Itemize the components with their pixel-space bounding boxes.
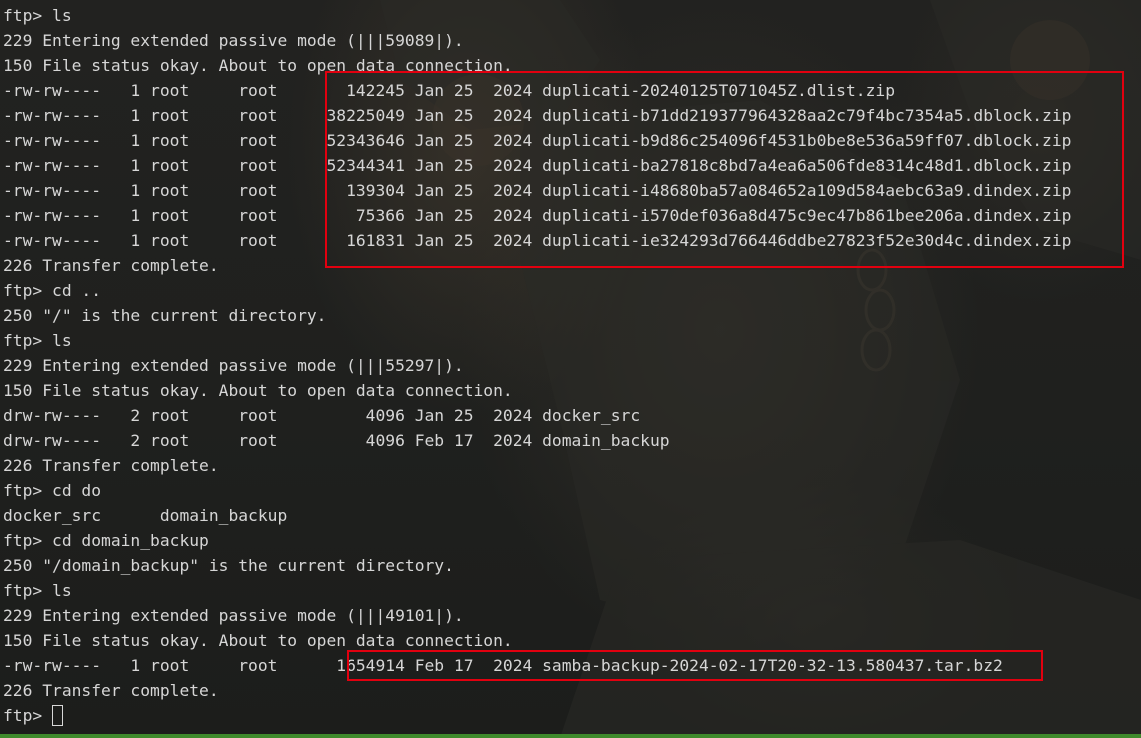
terminal-line: -rw-rw---- 1 root root 142245 Jan 25 202… <box>3 81 895 100</box>
terminal-line: -rw-rw---- 1 root root 1654914 Feb 17 20… <box>3 656 1003 675</box>
terminal-line: 226 Transfer complete. <box>3 456 219 475</box>
terminal-line: ftp> ls <box>3 6 72 25</box>
terminal-line: 226 Transfer complete. <box>3 256 219 275</box>
terminal-line: ftp> ls <box>3 581 72 600</box>
terminal-line: 250 "/domain_backup" is the current dire… <box>3 556 454 575</box>
terminal-line: ftp> cd .. <box>3 281 102 300</box>
terminal-line: drw-rw---- 2 root root 4096 Jan 25 2024 … <box>3 406 641 425</box>
terminal-line: docker_src domain_backup <box>3 506 288 525</box>
terminal-line: -rw-rw---- 1 root root 38225049 Jan 25 2… <box>3 106 1072 125</box>
terminal-line: drw-rw---- 2 root root 4096 Feb 17 2024 … <box>3 431 670 450</box>
terminal-line: 150 File status okay. About to open data… <box>3 631 513 650</box>
prompt-text: ftp> <box>3 706 53 725</box>
cursor-block <box>52 705 64 726</box>
terminal-line: 229 Entering extended passive mode (|||5… <box>3 356 464 375</box>
terminal-line: -rw-rw---- 1 root root 139304 Jan 25 202… <box>3 181 1072 200</box>
terminal-line: 250 "/" is the current directory. <box>3 306 327 325</box>
terminal-prompt-line[interactable]: ftp> <box>3 703 1141 728</box>
terminal-line: -rw-rw---- 1 root root 75366 Jan 25 2024… <box>3 206 1072 225</box>
terminal-line: 150 File status okay. About to open data… <box>3 381 513 400</box>
terminal-line: ftp> ls <box>3 331 72 350</box>
terminal-window[interactable]: ftp> ls 229 Entering extended passive mod… <box>0 0 1141 738</box>
terminal-line: 229 Entering extended passive mode (|||5… <box>3 31 464 50</box>
terminal-line: ftp> cd domain_backup <box>3 531 209 550</box>
terminal-line: -rw-rw---- 1 root root 52343646 Jan 25 2… <box>3 131 1072 150</box>
desktop-panel-strip <box>0 734 1141 738</box>
terminal-output: ftp> ls 229 Entering extended passive mod… <box>3 3 1141 728</box>
terminal-line: 226 Transfer complete. <box>3 681 219 700</box>
terminal-line: 229 Entering extended passive mode (|||4… <box>3 606 464 625</box>
terminal-line: 150 File status okay. About to open data… <box>3 56 513 75</box>
terminal-line: -rw-rw---- 1 root root 52344341 Jan 25 2… <box>3 156 1072 175</box>
terminal-line: -rw-rw---- 1 root root 161831 Jan 25 202… <box>3 231 1072 250</box>
terminal-line: ftp> cd do <box>3 481 102 500</box>
